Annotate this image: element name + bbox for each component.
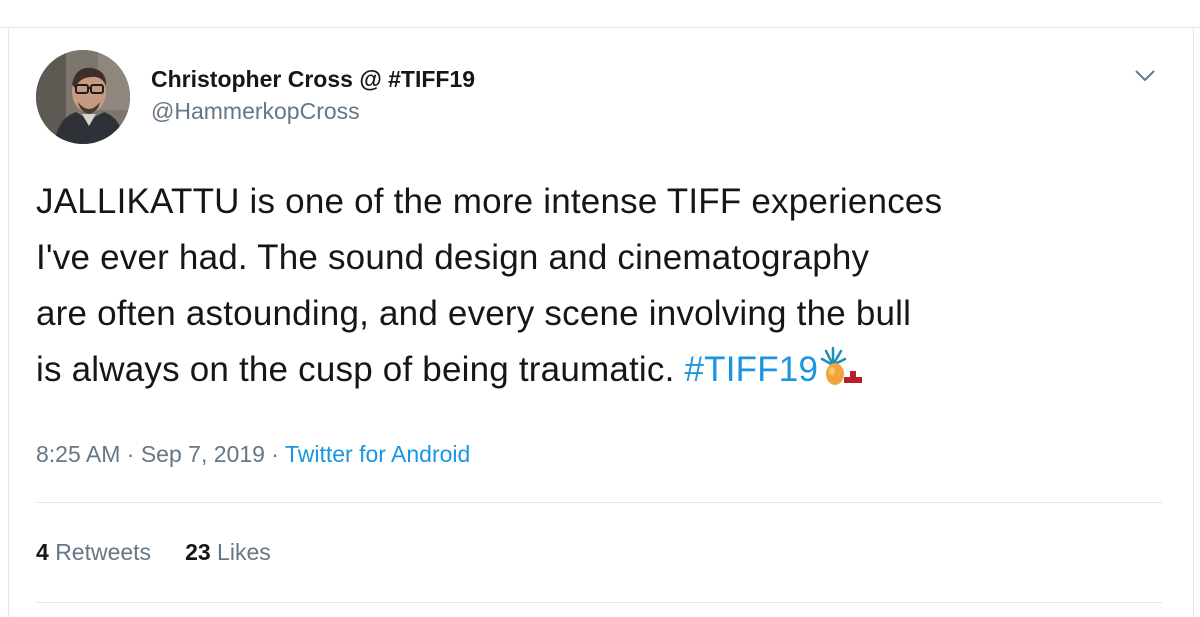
retweets-stat[interactable]: 4 Retweets (36, 539, 151, 565)
likes-label: Likes (217, 539, 271, 565)
author-display-name[interactable]: Christopher Cross @ #TIFF19 (151, 64, 475, 94)
retweets-label: Retweets (55, 539, 152, 565)
meta-separator: · (126, 441, 135, 467)
tweet-text-line: I've ever had. The sound design and cine… (36, 238, 870, 277)
profile-photo (36, 50, 130, 144)
page: Christopher Cross @ #TIFF19 @HammerkopCr… (0, 0, 1200, 617)
previous-tweet-edge (0, 0, 1200, 28)
meta-separator: · (271, 441, 279, 467)
likes-count: 23 (185, 539, 211, 565)
tweet-text: JALLIKATTU is one of the more intense TI… (36, 174, 1176, 404)
author-handle[interactable]: @HammerkopCross (151, 95, 475, 127)
hashtag-link[interactable]: #TIFF19 (684, 350, 818, 389)
tweet-metadata: 8:25 AM · Sep 7, 2019 · Twitter for Andr… (36, 438, 470, 470)
tweet-text-line: JALLIKATTU is one of the more intense TI… (36, 182, 943, 221)
tiff-hashflag-icon (820, 346, 868, 404)
retweets-count: 4 (36, 539, 49, 565)
chevron-down-icon (1135, 70, 1155, 82)
tweet-source-link[interactable]: Twitter for Android (285, 441, 470, 467)
tweet-text-line: are often astounding, and every scene in… (36, 294, 912, 333)
tweet-card: Christopher Cross @ #TIFF19 @HammerkopCr… (8, 28, 1194, 617)
tweet-stats: 4 Retweets 23 Likes (36, 536, 271, 568)
tweet-header: Christopher Cross @ #TIFF19 @HammerkopCr… (151, 64, 475, 127)
tweet-date[interactable]: Sep 7, 2019 (141, 441, 265, 467)
divider (36, 502, 1162, 503)
tweet-text-line: is always on the cusp of being traumatic… (36, 350, 685, 389)
likes-stat[interactable]: 23 Likes (185, 539, 271, 565)
avatar[interactable] (36, 50, 130, 144)
divider (36, 602, 1162, 603)
tweet-menu-button[interactable] (1131, 64, 1159, 88)
tweet-time[interactable]: 8:25 AM (36, 441, 120, 467)
